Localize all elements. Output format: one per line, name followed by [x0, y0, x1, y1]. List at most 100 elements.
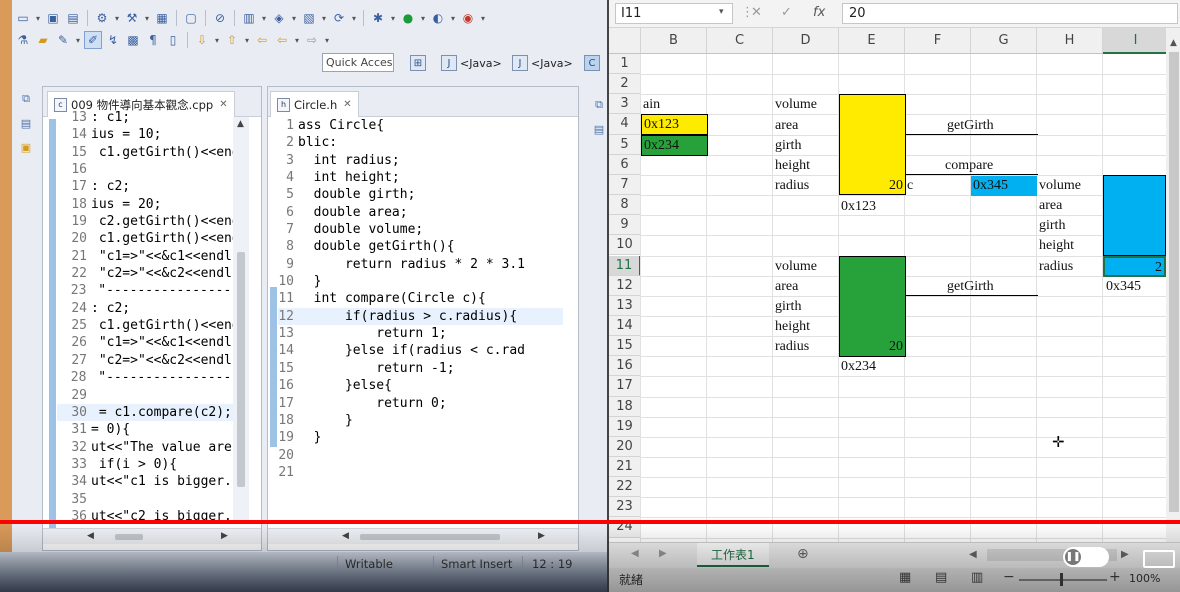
code-text[interactable]: }else if(radius < c.rad	[298, 342, 525, 359]
code-text[interactable]: int compare(Circle c){	[298, 290, 486, 307]
tab-circle-h[interactable]: h Circle.h ✕	[270, 91, 359, 117]
new-source-icon[interactable]: ▧	[300, 9, 318, 27]
code-line[interactable]: 20 c1.getGirth()<<end	[57, 230, 247, 247]
save-icon[interactable]: ▣	[44, 9, 62, 27]
cell-e8[interactable]: 0x123	[839, 197, 878, 217]
row-header-10[interactable]: 10	[609, 235, 641, 256]
code-line[interactable]: 13: c1;	[57, 109, 247, 126]
cell-b5[interactable]: 0x234	[641, 135, 708, 156]
code-line[interactable]: 15 return -1;	[278, 360, 563, 377]
code-area-left[interactable]: 13: c1; 14 ius = 10; 15 c1.getGirth()<<end 1…	[57, 109, 247, 525]
row-header-13[interactable]: 13	[609, 295, 641, 316]
cell-d14[interactable]: height	[773, 317, 812, 337]
code-text[interactable]: ass Circle{	[298, 117, 384, 134]
code-line[interactable]: 19 }	[278, 429, 563, 446]
code-line[interactable]: 18 ius = 20;	[57, 196, 247, 213]
code-text[interactable]: ius = 10;	[91, 126, 161, 143]
chevron-down-icon[interactable]: ▾	[74, 36, 82, 45]
cell-e16[interactable]: 0x234	[839, 357, 878, 377]
code-line[interactable]: 35	[57, 491, 247, 508]
sheet-tab-1[interactable]: 工作表1	[697, 543, 769, 567]
arrow-right-icon[interactable]: ▶	[221, 531, 228, 541]
code-text[interactable]: return radius * 2 * 3.1	[298, 256, 525, 273]
build-icon[interactable]: ⚙	[93, 9, 111, 27]
save-all-icon[interactable]: ▤	[64, 9, 82, 27]
vertical-scrollbar[interactable]: ▲	[1166, 28, 1180, 542]
code-line[interactable]: 29	[57, 387, 247, 404]
cell-f7[interactable]: c	[905, 176, 915, 196]
label-compare[interactable]: compare	[943, 156, 995, 176]
code-line[interactable]: 9 return radius * 2 * 3.1	[278, 256, 563, 273]
video-progress-bar[interactable]	[0, 520, 1180, 524]
cell-b4[interactable]: 0x123	[641, 114, 708, 135]
row-header-4[interactable]: 4	[609, 114, 641, 135]
pen-icon[interactable]: ✎	[54, 31, 72, 49]
column-header-g[interactable]: G	[971, 28, 1037, 54]
row-header-3[interactable]: 3	[609, 94, 641, 115]
restore-icon[interactable]: ⧉	[17, 90, 35, 108]
code-line[interactable]: 5 double girth;	[278, 186, 563, 203]
paragraph-icon[interactable]: ¶	[144, 31, 162, 49]
code-line[interactable]: 22 "c2=>"<<&c2<<endl;	[57, 265, 247, 282]
code-line[interactable]: 34 ut<<"c1 is bigger.	[57, 473, 247, 490]
close-icon[interactable]: ✕	[343, 99, 351, 110]
code-line[interactable]: 1 ass Circle{	[278, 117, 563, 134]
row-header-23[interactable]: 23	[609, 497, 641, 518]
row-header-6[interactable]: 6	[609, 154, 641, 175]
perspective-java-2[interactable]: J <Java>	[512, 53, 573, 73]
code-text[interactable]: }	[298, 429, 322, 446]
row-header-8[interactable]: 8	[609, 195, 641, 216]
cell-d15[interactable]: radius	[773, 337, 811, 357]
column-header-e[interactable]: E	[839, 28, 905, 54]
cell-i12[interactable]: 0x345	[1104, 277, 1143, 297]
code-text[interactable]: int height;	[298, 169, 400, 186]
zoom-out-icon[interactable]: −	[1003, 569, 1015, 585]
code-line[interactable]: 21	[278, 464, 563, 481]
code-line[interactable]: 18 }	[278, 412, 563, 429]
debug-icon[interactable]: ✱	[369, 9, 387, 27]
outline-icon[interactable]: ▤	[590, 120, 607, 138]
code-line[interactable]: 7 double volume;	[278, 221, 563, 238]
code-line[interactable]: 6 double area;	[278, 204, 563, 221]
row-header-7[interactable]: 7	[609, 174, 641, 196]
cell-h10[interactable]: height	[1037, 236, 1076, 256]
column-header-b[interactable]: B	[641, 28, 707, 54]
cell-d11[interactable]: volume	[773, 257, 819, 277]
run-icon[interactable]: ●	[399, 9, 417, 27]
previous-annotation-icon[interactable]: ⇧	[223, 31, 241, 49]
scroll-thumb[interactable]	[115, 534, 143, 540]
chevron-down-icon[interactable]: ▾	[143, 14, 151, 23]
code-text[interactable]: = c1.compare(c2);	[91, 404, 232, 421]
code-line[interactable]: 16	[57, 161, 247, 178]
row-header-22[interactable]: 22	[609, 477, 641, 498]
chevron-down-icon[interactable]: ▾	[290, 14, 298, 23]
name-box[interactable]: I11	[615, 3, 733, 24]
scroll-left-icon[interactable]: ◀	[969, 549, 977, 560]
row-header-9[interactable]: 9	[609, 215, 641, 236]
cell-h7[interactable]: volume	[1037, 176, 1083, 196]
code-line[interactable]: 23 "------------------	[57, 282, 247, 299]
cell-d6[interactable]: height	[773, 156, 812, 176]
code-line[interactable]: 4 int height;	[278, 169, 563, 186]
code-text[interactable]: c1.getGirth()<<end	[91, 230, 240, 247]
code-text[interactable]: if(radius > c.radius){	[298, 308, 517, 325]
horizontal-scrollbar[interactable]: ◀ ▶	[43, 528, 261, 544]
hammer-icon[interactable]: ⚒	[123, 9, 141, 27]
code-line[interactable]: 30 = c1.compare(c2);	[57, 403, 247, 422]
code-line[interactable]: 24: c2;	[57, 300, 247, 317]
add-sheet-icon[interactable]: ⊕	[797, 546, 809, 562]
new-class-icon[interactable]: ◈	[270, 9, 288, 27]
scroll-thumb[interactable]	[1169, 52, 1179, 512]
row-header-18[interactable]: 18	[609, 396, 641, 417]
block-select-icon[interactable]: ▩	[124, 31, 142, 49]
code-area-right[interactable]: 1 ass Circle{2 blic: 3 int radius; 4 int hei…	[278, 117, 563, 481]
code-text[interactable]: }	[298, 412, 353, 429]
vertical-scrollbar[interactable]: ▲	[233, 117, 249, 522]
chevron-down-icon[interactable]: ▾	[479, 14, 487, 23]
cell-e15[interactable]: 20	[839, 337, 905, 357]
code-text[interactable]: : c2;	[91, 300, 130, 317]
zoom-level[interactable]: 100%	[1129, 572, 1160, 585]
scroll-thumb[interactable]	[360, 534, 500, 540]
code-text[interactable]: return 0;	[298, 395, 446, 412]
chevron-down-icon[interactable]: ▾	[260, 14, 268, 23]
